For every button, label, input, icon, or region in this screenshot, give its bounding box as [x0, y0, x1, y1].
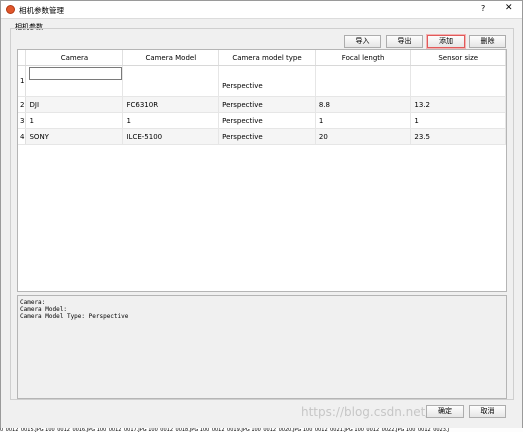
table-row[interactable]: 4 SONY ILCE-5100 Perspective 20 23.5 — [18, 128, 506, 145]
cancel-button[interactable]: 取消 — [469, 405, 506, 418]
help-button[interactable]: ? — [481, 4, 485, 13]
focal-length-cell[interactable]: 8.8 — [315, 96, 412, 113]
camera-model-cell[interactable]: 1 — [122, 112, 220, 129]
sensor-size-cell[interactable]: 23.5 — [410, 128, 506, 145]
camera-cell[interactable] — [25, 65, 124, 97]
model-type-cell[interactable]: Perspective — [218, 112, 316, 129]
import-button[interactable]: 导入 — [344, 35, 381, 48]
info-camera-line: Camera: — [20, 299, 46, 306]
row-number[interactable]: 4 — [18, 128, 27, 145]
close-icon[interactable]: ✕ — [505, 3, 513, 13]
camera-info-panel: Camera: Camera Model: Camera Model Type:… — [17, 295, 507, 399]
focal-length-cell[interactable]: 20 — [315, 128, 412, 145]
ok-button[interactable]: 确定 — [426, 405, 464, 418]
row-number[interactable]: 2 — [18, 96, 27, 113]
app-icon — [6, 5, 15, 14]
camera-model-cell[interactable]: ILCE-5100 — [122, 128, 220, 145]
focal-length-cell[interactable]: 1 — [315, 112, 412, 129]
sensor-size-cell[interactable]: 1 — [410, 112, 506, 129]
info-model-type-line: Camera Model Type: Perspective — [20, 313, 129, 320]
table-header-row: Camera Camera Model Camera model type Fo… — [18, 50, 506, 66]
camera-params-dialog: 相机参数管理 ? ✕ 相机参数 导入 导出 添加 删除 Camera Camer… — [0, 0, 523, 430]
sensor-size-cell[interactable] — [410, 65, 506, 97]
row-number[interactable]: 3 — [18, 112, 27, 129]
export-button[interactable]: 导出 — [386, 35, 423, 48]
column-header-model-type[interactable]: Camera model type — [218, 50, 316, 66]
title-bar: 相机参数管理 ? ✕ — [1, 1, 522, 19]
camera-model-cell[interactable] — [122, 65, 220, 97]
table-row[interactable]: 1 Perspective — [18, 65, 506, 97]
table-row[interactable]: 2 DJI FC6310R Perspective 8.8 13.2 — [18, 96, 506, 113]
filmstrip-text: 0_0012_0015.JPG 100_0012_0016.JPG 100_00… — [0, 428, 523, 432]
add-button[interactable]: 添加 — [426, 34, 466, 49]
column-header-sensor-size[interactable]: Sensor size — [410, 50, 506, 66]
model-type-cell[interactable]: Perspective — [218, 128, 316, 145]
model-type-value: Perspective — [222, 82, 263, 90]
camera-cell[interactable]: 1 — [25, 112, 124, 129]
camera-cell[interactable]: DJI — [25, 96, 124, 113]
camera-edit-input[interactable] — [29, 67, 123, 80]
column-header-camera[interactable]: Camera — [25, 50, 124, 66]
window-title: 相机参数管理 — [19, 6, 64, 15]
camera-model-cell[interactable]: FC6310R — [122, 96, 220, 113]
camera-cell[interactable]: SONY — [25, 128, 124, 145]
column-header-focal-length[interactable]: Focal length — [315, 50, 412, 66]
corner-header — [18, 50, 27, 66]
model-type-cell[interactable]: Perspective — [218, 96, 316, 113]
model-type-cell[interactable]: Perspective — [218, 65, 316, 97]
watermark-text: https://blog.csdn.net/... — [301, 405, 441, 419]
camera-table: Camera Camera Model Camera model type Fo… — [17, 49, 507, 292]
column-header-camera-model[interactable]: Camera Model — [122, 50, 220, 66]
row-number[interactable]: 1 — [18, 65, 27, 97]
delete-button[interactable]: 删除 — [469, 35, 506, 48]
sensor-size-cell[interactable]: 13.2 — [410, 96, 506, 113]
focal-length-cell[interactable] — [315, 65, 412, 97]
info-camera-model-line: Camera Model: — [20, 306, 67, 313]
table-row[interactable]: 3 1 1 Perspective 1 1 — [18, 112, 506, 129]
